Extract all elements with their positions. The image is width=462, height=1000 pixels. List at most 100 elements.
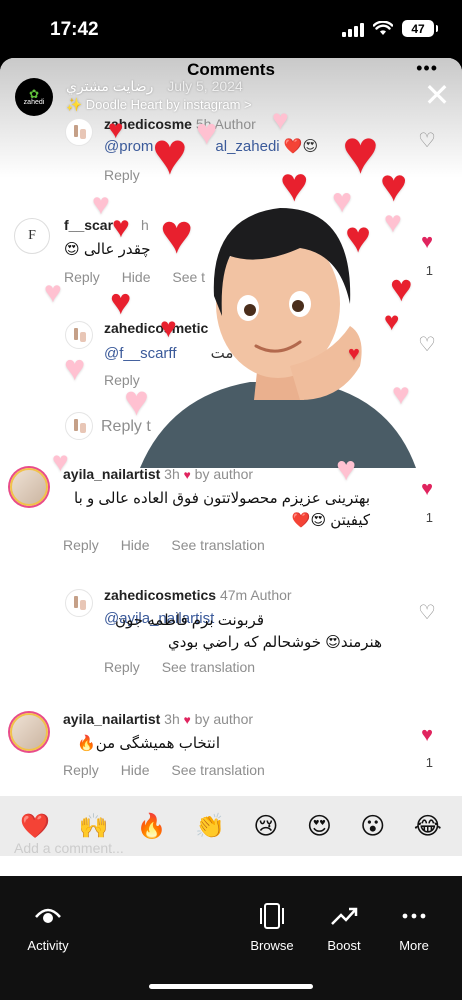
comment-input-area: Add a comment... — [0, 836, 462, 876]
comment-actions: Reply — [104, 167, 158, 183]
browse-button[interactable]: Browse — [246, 900, 298, 953]
panel-title: Comments — [187, 60, 275, 79]
home-indicator[interactable] — [149, 984, 313, 989]
reply-button[interactable]: Reply — [104, 659, 140, 675]
comment-username[interactable]: ayila_nailartist — [63, 711, 160, 727]
status-icons: 47 — [342, 20, 438, 37]
like-heart-icon[interactable]: ♥ — [416, 478, 438, 500]
heart-sticker-icon: ♥ — [110, 281, 132, 322]
comment-username[interactable]: ayila_nailartist — [63, 466, 160, 482]
more-options-icon[interactable]: ••• — [416, 58, 438, 79]
avatar[interactable]: F — [14, 218, 50, 254]
heart-sticker-icon: ♥ — [348, 343, 360, 365]
cellular-signal-icon — [342, 21, 364, 37]
comment-tag: Author — [214, 116, 256, 132]
heart-sticker-icon: ♥ — [44, 276, 62, 309]
boost-button[interactable]: Boost — [318, 900, 370, 953]
avatar[interactable] — [10, 468, 48, 506]
story-avatar-label: zahedi — [23, 98, 45, 106]
activity-button[interactable]: Activity — [22, 900, 74, 953]
heart-sticker-icon: ♥ — [112, 211, 130, 244]
avatar — [65, 412, 93, 440]
heart-sticker-icon: ♥ — [160, 312, 177, 343]
author-heart-icon: ♥ — [183, 713, 191, 727]
heart-sticker-icon: ♥ — [272, 104, 289, 135]
heart-sticker-icon: ♥ — [392, 378, 410, 411]
heart-sticker-icon: ♥ — [280, 159, 309, 212]
avatar[interactable] — [65, 118, 93, 146]
comment-text: انتخاب همیشگی من🔥 — [77, 735, 220, 752]
heart-sticker-icon: ♥ — [336, 450, 357, 488]
author-heart-icon: ♥ — [183, 468, 191, 482]
heart-sticker-icon: ♥ — [108, 114, 124, 144]
story-music[interactable]: ✨ Doodle Heart by instagram > — [66, 97, 252, 113]
heart-sticker-icon: ♥ — [345, 213, 372, 262]
avatar[interactable] — [65, 589, 93, 617]
comment-tag: Author — [250, 587, 292, 603]
comment-text: قربونت برم فاطمه جون هنرمند😍 خوشحالم که … — [115, 612, 382, 651]
leaf-icon: ✿ — [28, 86, 40, 101]
comment-header: zahedicosmetics 47m Author — [104, 587, 292, 603]
comment-username[interactable]: zahedicosmetics — [104, 587, 216, 603]
avatar[interactable] — [65, 321, 93, 349]
comment-tag: by author — [194, 466, 254, 482]
comment-actions: Reply Hide See translation — [63, 537, 283, 553]
status-time: 17:42 — [50, 19, 99, 40]
heart-sticker-icon: ♥ — [196, 111, 218, 152]
comments-panel: Comments ••• ✿ zahedi رضایت مشتري July 5… — [0, 58, 462, 876]
more-button[interactable]: More — [390, 900, 438, 953]
like-heart-icon[interactable]: ♡ — [416, 602, 438, 624]
like-heart-icon[interactable]: ♥ — [416, 231, 438, 253]
heart-sticker-icon: ♥ — [384, 306, 400, 336]
comment-time: 3h — [164, 466, 180, 482]
reply-button[interactable]: Reply — [104, 167, 140, 183]
reply-button[interactable]: Reply — [63, 537, 99, 553]
story-meta: رضایت مشتري July 5, 2024 — [66, 78, 243, 95]
comment-tag: by author — [194, 711, 254, 727]
heart-sticker-icon: ♥ — [92, 188, 110, 221]
comment-actions: Reply Hide See translation — [63, 762, 283, 778]
more-icon — [390, 900, 438, 932]
see-translation-button[interactable]: See translation — [162, 659, 255, 675]
like-heart-icon[interactable]: ♥ — [416, 724, 438, 746]
more-label: More — [399, 938, 429, 953]
battery-icon: 47 — [402, 20, 438, 37]
status-bar: 17:42 47 — [0, 0, 462, 58]
heart-sticker-icon: ♥ — [64, 347, 86, 388]
story-avatar[interactable]: ✿ zahedi — [15, 78, 53, 116]
browse-label: Browse — [250, 938, 294, 953]
hide-button[interactable]: Hide — [121, 762, 150, 778]
story-date: July 5, 2024 — [167, 78, 243, 94]
heart-sticker-icon: ♥ — [390, 268, 413, 310]
heart-sticker-icon: ♥ — [342, 118, 379, 187]
comment-header: ayila_nailartist 3h ♥ by author — [63, 466, 253, 482]
wifi-icon — [373, 21, 393, 35]
heart-sticker-icon: ♥ — [332, 182, 353, 220]
comment-actions: Reply See translation — [104, 659, 273, 675]
comment-time: 3h — [164, 711, 180, 727]
hide-button[interactable]: Hide — [121, 537, 150, 553]
like-count: 1 — [425, 510, 433, 525]
comment-text: بهترینی عزیزم محصولاتتون فوق العاده عالی… — [74, 490, 370, 529]
comment-input[interactable]: Add a comment... — [14, 840, 124, 856]
boost-label: Boost — [327, 938, 361, 953]
activity-label: Activity — [27, 938, 69, 953]
comment-header: ayila_nailartist 3h ♥ by author — [63, 711, 253, 727]
bottom-toolbar: Activity Browse Boost More — [0, 876, 462, 1000]
see-translation-button[interactable]: See translation — [171, 762, 264, 778]
heart-sticker-icon: ♥ — [152, 120, 188, 187]
like-heart-icon[interactable]: ♡ — [416, 130, 438, 152]
eye-icon — [22, 900, 74, 932]
see-translation-button[interactable]: See translation — [171, 537, 264, 553]
reply-button[interactable]: Reply — [63, 762, 99, 778]
story-account-name[interactable]: رضایت مشتري — [66, 78, 153, 94]
like-heart-icon[interactable]: ♡ — [416, 334, 438, 356]
heart-sticker-icon: ♥ — [124, 377, 149, 424]
heart-sticker-icon: ♥ — [380, 159, 408, 211]
comment-emoji: ❤️😍 — [283, 138, 319, 155]
mention-link-end[interactable]: al_zahedi — [215, 138, 279, 155]
close-icon[interactable]: ✕ — [422, 79, 452, 111]
heart-sticker-icon: ♥ — [52, 446, 69, 477]
avatar[interactable] — [10, 713, 48, 751]
reply-button[interactable]: Reply — [64, 269, 100, 285]
